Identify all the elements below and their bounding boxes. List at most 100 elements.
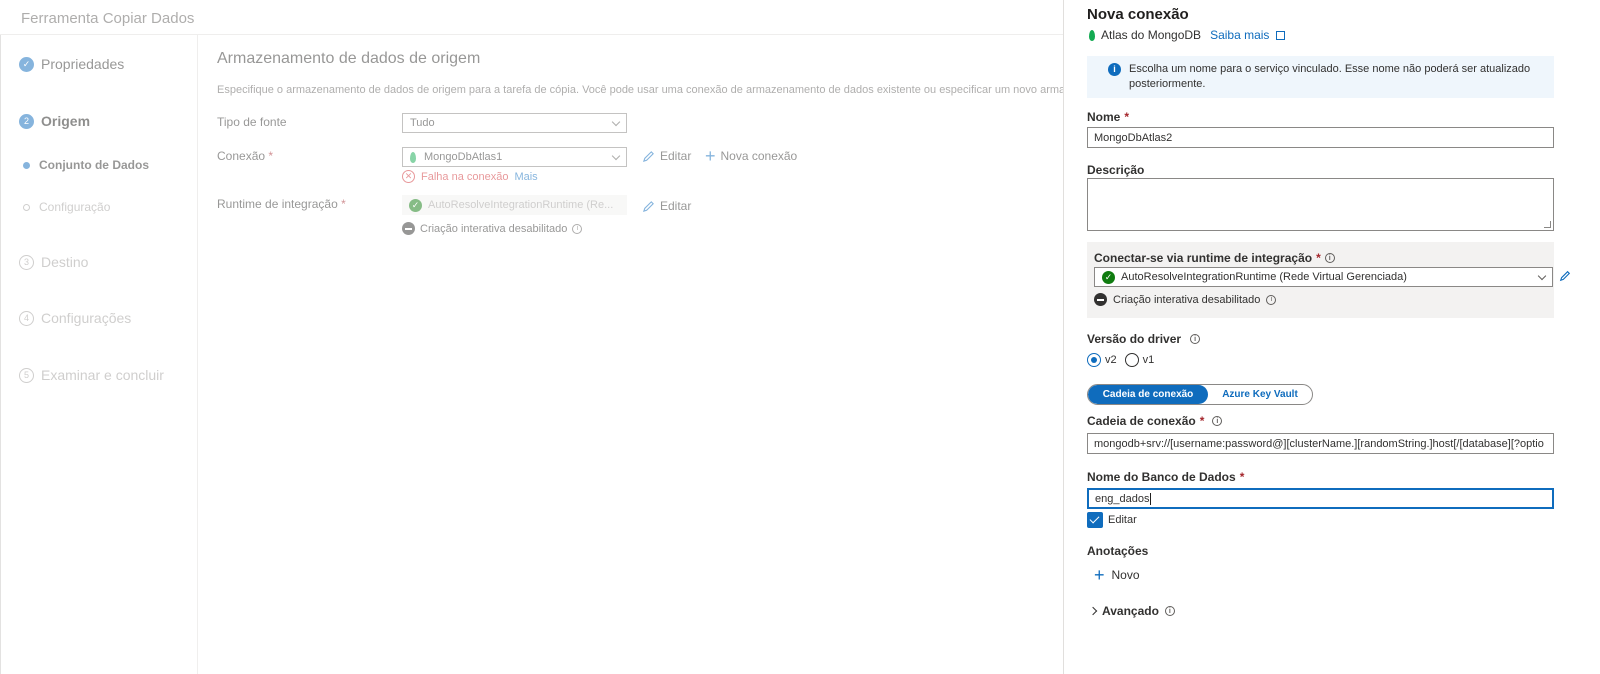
- substep-label: Configuração: [39, 200, 111, 214]
- description-label: Descrição: [1087, 163, 1144, 177]
- plus-icon: +: [1094, 565, 1105, 585]
- step-label: Origem: [41, 113, 91, 129]
- connection-string-input[interactable]: mongodb+srv://[username:password@][clust…: [1087, 433, 1554, 454]
- db-name-value: eng_dados: [1095, 492, 1150, 505]
- mongodb-leaf-icon: [410, 151, 416, 163]
- mongodb-leaf-icon: [1089, 29, 1095, 41]
- dot-icon: [23, 161, 30, 169]
- info-icon[interactable]: i: [1164, 606, 1175, 616]
- runtime-label: Runtime de integração *: [217, 197, 346, 211]
- conn-string-value: mongodb+srv://[username:password@][clust…: [1094, 437, 1544, 450]
- substep-label: Conjunto de Dados: [39, 158, 149, 172]
- required-mark: *: [1316, 251, 1321, 265]
- conn-string-label-text: Cadeia de conexão: [1087, 414, 1196, 428]
- learn-more-link[interactable]: Saiba mais: [1210, 28, 1285, 42]
- step-label: Examinar e concluir: [41, 367, 164, 383]
- panel-title: Nova conexão: [1087, 6, 1189, 23]
- advanced-label: Avançado: [1102, 604, 1159, 618]
- step-source[interactable]: 2 Origem: [19, 113, 90, 129]
- more-link[interactable]: Mais: [514, 171, 537, 183]
- step-number: 4: [19, 310, 34, 326]
- checkbox-label: Editar: [1108, 514, 1137, 526]
- substep-configuration[interactable]: Configuração: [23, 200, 110, 214]
- edit-label: Editar: [660, 149, 692, 163]
- section-title: Armazenamento de dados de origem: [217, 50, 481, 67]
- step-review[interactable]: 5 Examinar e concluir: [19, 367, 164, 383]
- step-number: 5: [19, 367, 34, 383]
- info-icon[interactable]: i: [1212, 416, 1223, 426]
- chevron-right-icon: [1088, 606, 1098, 616]
- tab-azure-key-vault[interactable]: Azure Key Vault: [1208, 385, 1312, 404]
- tab-connection-string[interactable]: Cadeia de conexão: [1088, 385, 1208, 404]
- info-icon[interactable]: i: [572, 223, 583, 234]
- database-name-input[interactable]: eng_dados: [1087, 488, 1554, 509]
- interactive-text: Criação interativa desabilitado: [1113, 293, 1261, 306]
- text-cursor: [1150, 492, 1152, 505]
- connection-error: ✕ Falha na conexão Mais: [402, 170, 538, 183]
- info-icon: i: [1108, 63, 1121, 76]
- name-label: Nome *: [1087, 110, 1129, 124]
- advanced-expander[interactable]: Avançado i: [1088, 604, 1175, 618]
- radio-label: v1: [1142, 354, 1155, 366]
- description-label-text: Descrição: [1087, 163, 1145, 177]
- step-destination[interactable]: 3 Destino: [19, 254, 88, 270]
- add-annotation-button[interactable]: + Novo: [1094, 565, 1140, 585]
- radio-v2[interactable]: v2: [1087, 353, 1117, 367]
- chevron-down-icon: [1537, 271, 1547, 280]
- pencil-icon: [642, 200, 654, 212]
- step-number: 3: [19, 254, 34, 270]
- substep-dataset[interactable]: Conjunto de Dados: [23, 158, 149, 172]
- left-edge: [0, 35, 1, 674]
- edit-runtime-button[interactable]: Editar: [642, 199, 691, 213]
- name-input[interactable]: MongoDbAtlas2: [1087, 127, 1554, 148]
- database-name-label: Nome do Banco de Dados *: [1087, 470, 1244, 484]
- radio-label: v2: [1105, 354, 1117, 366]
- name-label-text: Nome: [1087, 110, 1121, 124]
- description-textarea[interactable]: [1087, 178, 1554, 231]
- required-mark: *: [341, 197, 346, 211]
- new-connection-label: Nova conexão: [720, 149, 798, 163]
- step-settings[interactable]: 4 Configurações: [19, 310, 131, 326]
- step-label: Destino: [41, 254, 89, 270]
- new-connection-panel: Nova conexão Atlas do MongoDB Saiba mais…: [1063, 0, 1600, 674]
- connector-name: Atlas do MongoDB: [1101, 28, 1202, 42]
- learn-more-label: Saiba mais: [1210, 28, 1270, 42]
- radio-v1[interactable]: v1: [1124, 353, 1155, 367]
- info-icon[interactable]: i: [1266, 294, 1277, 305]
- edit-runtime-pencil-icon[interactable]: [1559, 270, 1571, 282]
- interactive-disabled: Criação interativa desabilitado i: [402, 222, 583, 235]
- annotations-label-text: Anotações: [1087, 544, 1149, 558]
- radio-button[interactable]: [1087, 353, 1101, 367]
- runtime-value: AutoResolveIntegrationRuntime (Rede Virt…: [1121, 271, 1407, 283]
- runtime-label-text: Runtime de integração: [217, 197, 338, 211]
- info-message-bar: i Escolha um nome para o serviço vincula…: [1087, 56, 1554, 98]
- info-icon[interactable]: i: [1190, 334, 1201, 344]
- connection-label-text: Conexão: [217, 149, 266, 163]
- info-icon[interactable]: i: [1324, 253, 1335, 263]
- info-message: Escolha um nome para o serviço vinculado…: [1129, 63, 1531, 90]
- driver-version-radios: v2 v1: [1087, 353, 1154, 367]
- runtime-select[interactable]: ✓ AutoResolveIntegrationRuntime (Re...: [402, 195, 627, 215]
- external-link-icon: [1275, 31, 1285, 40]
- checkbox-checked-icon[interactable]: [1087, 512, 1103, 528]
- connection-label: Conexão *: [217, 149, 273, 163]
- new-connection-button[interactable]: + Nova conexão: [705, 146, 798, 166]
- edit-label: Editar: [660, 199, 692, 213]
- required-mark: *: [268, 149, 274, 163]
- connection-select[interactable]: MongoDbAtlas1: [402, 147, 627, 167]
- edit-checkbox[interactable]: Editar: [1087, 512, 1137, 528]
- runtime-value: AutoResolveIntegrationRuntime (Re...: [428, 199, 614, 211]
- source-type-select[interactable]: Tudo: [402, 113, 627, 133]
- db-name-label-text: Nome do Banco de Dados: [1087, 470, 1236, 484]
- runtime-select[interactable]: ✓ AutoResolveIntegrationRuntime (Rede Vi…: [1094, 267, 1553, 287]
- connection-value: MongoDbAtlas1: [424, 151, 503, 163]
- edit-connection-button[interactable]: Editar: [642, 149, 691, 163]
- header-divider: [0, 34, 1063, 35]
- required-mark: *: [1239, 470, 1245, 484]
- radio-button[interactable]: [1124, 353, 1139, 367]
- wizard-title: Ferramenta Copiar Dados: [21, 10, 195, 27]
- step-properties[interactable]: ✓ Propriedades: [19, 56, 124, 72]
- source-type-value: Tudo: [410, 117, 435, 129]
- plus-icon: +: [705, 146, 716, 166]
- error-text: Falha na conexão: [421, 170, 509, 183]
